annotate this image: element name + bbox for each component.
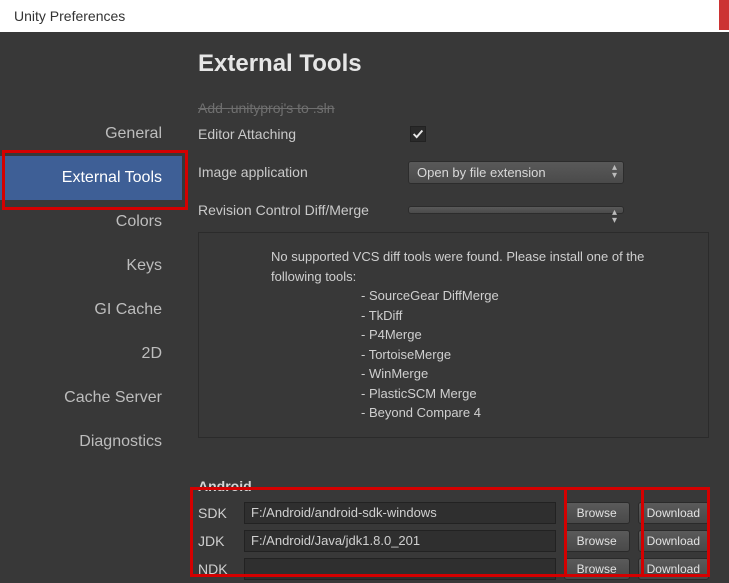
page-title: External Tools [198, 50, 709, 78]
dropdown-value: Open by file extension [417, 165, 546, 180]
revision-control-row: Revision Control Diff/Merge ▴▾ [198, 198, 709, 222]
vcs-tool-item: - SourceGear DiffMerge [361, 286, 684, 306]
revision-control-dropdown[interactable]: ▴▾ [408, 206, 624, 214]
sdk-label: SDK [198, 505, 236, 521]
jdk-download-button[interactable]: Download [638, 530, 709, 552]
editor-attaching-label: Editor Attaching [198, 126, 408, 142]
window-titlebar: Unity Preferences [0, 0, 729, 32]
checkmark-icon [411, 127, 425, 141]
sidebar-item-label: General [105, 125, 162, 142]
window-title: Unity Preferences [14, 8, 125, 24]
sidebar-item-label: Keys [126, 257, 162, 274]
ndk-browse-button[interactable]: Browse [564, 558, 630, 580]
sidebar-item-label: External Tools [62, 169, 162, 186]
sidebar: General External Tools Colors Keys GI Ca… [0, 32, 182, 583]
jdk-row: JDK Browse Download [198, 530, 709, 552]
android-section: Android SDK Browse Download JDK Browse D… [198, 478, 709, 580]
sidebar-item-general[interactable]: General [0, 112, 182, 156]
sidebar-item-colors[interactable]: Colors [0, 200, 182, 244]
sidebar-item-cache-server[interactable]: Cache Server [0, 376, 182, 420]
vcs-tool-item: - WinMerge [361, 364, 684, 384]
vcs-tool-item: - TortoiseMerge [361, 345, 684, 365]
jdk-label: JDK [198, 533, 236, 549]
jdk-browse-button[interactable]: Browse [564, 530, 630, 552]
image-app-row: Image application Open by file extension… [198, 160, 709, 184]
sidebar-item-label: GI Cache [94, 301, 162, 318]
sidebar-item-label: Diagnostics [79, 433, 162, 450]
ndk-download-button[interactable]: Download [638, 558, 709, 580]
editor-attaching-row: Editor Attaching [198, 122, 709, 146]
vcs-tool-item: - PlasticSCM Merge [361, 384, 684, 404]
sidebar-item-gi-cache[interactable]: GI Cache [0, 288, 182, 332]
ndk-label: NDK [198, 561, 236, 577]
vcs-message-box: No supported VCS diff tools were found. … [198, 232, 709, 438]
image-app-label: Image application [198, 164, 408, 180]
ndk-path-input[interactable] [244, 558, 556, 580]
updown-icon: ▴▾ [612, 164, 617, 180]
sidebar-item-2d[interactable]: 2D [0, 332, 182, 376]
cutoff-row: Add .unityproj's to .sln [198, 100, 709, 116]
sidebar-item-external-tools[interactable]: External Tools [0, 156, 182, 200]
content-panel: External Tools Add .unityproj's to .sln … [182, 32, 729, 583]
vcs-message-text: No supported VCS diff tools were found. … [271, 247, 684, 286]
android-heading: Android [198, 478, 709, 494]
editor-attaching-checkbox[interactable] [410, 126, 426, 142]
sdk-row: SDK Browse Download [198, 502, 709, 524]
updown-icon: ▴▾ [612, 209, 617, 225]
sdk-path-input[interactable] [244, 502, 556, 524]
cutoff-label: Add .unityproj's to .sln [198, 100, 335, 116]
sidebar-item-label: 2D [142, 345, 162, 362]
sdk-download-button[interactable]: Download [638, 502, 709, 524]
vcs-tool-list: - SourceGear DiffMerge - TkDiff - P4Merg… [271, 286, 684, 423]
main-area: General External Tools Colors Keys GI Ca… [0, 32, 729, 583]
close-button-stub[interactable] [719, 0, 729, 30]
revision-control-label: Revision Control Diff/Merge [198, 202, 408, 218]
sidebar-item-diagnostics[interactable]: Diagnostics [0, 420, 182, 464]
vcs-tool-item: - Beyond Compare 4 [361, 403, 684, 423]
sidebar-item-label: Cache Server [64, 389, 162, 406]
sdk-browse-button[interactable]: Browse [564, 502, 630, 524]
image-app-dropdown[interactable]: Open by file extension ▴▾ [408, 161, 624, 184]
sidebar-item-label: Colors [116, 213, 162, 230]
vcs-tool-item: - P4Merge [361, 325, 684, 345]
ndk-row: NDK Browse Download [198, 558, 709, 580]
sidebar-item-keys[interactable]: Keys [0, 244, 182, 288]
vcs-tool-item: - TkDiff [361, 306, 684, 326]
jdk-path-input[interactable] [244, 530, 556, 552]
